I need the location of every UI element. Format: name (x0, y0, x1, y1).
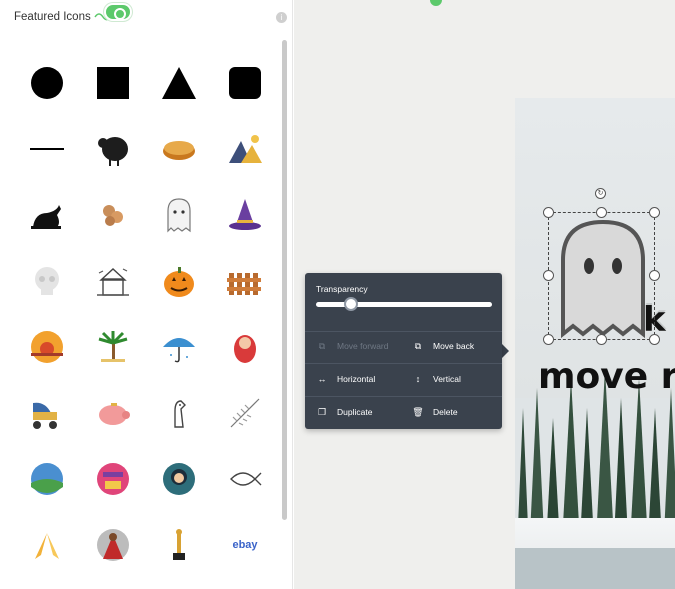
move-forward-button[interactable]: ⧉ Move forward (316, 335, 389, 357)
baby-icon[interactable] (212, 314, 278, 380)
duplicate-button[interactable]: ❐ Duplicate (316, 401, 372, 423)
move-forward-label: Move forward (337, 341, 389, 351)
rotate-handle-icon[interactable]: ↻ (595, 188, 606, 199)
pie-icon[interactable] (146, 116, 212, 182)
resize-handle-left[interactable] (543, 270, 554, 281)
ebay-icon[interactable]: ebay (212, 512, 278, 578)
horizontal-arrows-icon: ↔ (317, 374, 327, 384)
divider (305, 331, 502, 332)
transparency-label: Transparency (316, 284, 368, 294)
pumpkin-icon[interactable] (146, 248, 212, 314)
move-back-icon: ⧉ (414, 340, 422, 351)
mountain-icon[interactable] (212, 116, 278, 182)
resize-handle-top[interactable] (596, 207, 607, 218)
fence-icon[interactable] (212, 248, 278, 314)
panel-scrollbar[interactable] (282, 40, 287, 520)
happy-birthday-icon[interactable] (80, 446, 146, 512)
sunset-icon[interactable] (14, 314, 80, 380)
canvas-text-line-2[interactable]: move r (538, 356, 675, 397)
delete-button[interactable]: 🗑 Delete (412, 401, 458, 423)
square-icon[interactable] (80, 50, 146, 116)
popup-arrow (502, 344, 509, 358)
transparency-slider-thumb[interactable] (344, 297, 359, 311)
circle-icon[interactable] (14, 50, 80, 116)
dog-icon[interactable] (146, 380, 212, 446)
ebay-logo-text: ebay (232, 539, 258, 551)
resize-handle-top-right[interactable] (649, 207, 660, 218)
divider (305, 396, 502, 397)
move-back-button[interactable]: ⧉ Move back (412, 335, 474, 357)
oscar-icon[interactable] (146, 512, 212, 578)
stroller-icon[interactable] (14, 380, 80, 446)
duplicate-icon: ❐ (317, 406, 327, 417)
rounded-square-icon[interactable] (212, 50, 278, 116)
duplicate-label: Duplicate (337, 407, 373, 417)
cat-icon[interactable] (14, 182, 80, 248)
ghost-icon[interactable] (146, 182, 212, 248)
transparency-slider-track[interactable] (316, 302, 492, 307)
lake (515, 548, 675, 589)
resize-handle-bottom[interactable] (596, 334, 607, 345)
triangle-icon[interactable] (146, 50, 212, 116)
hijab-woman-icon[interactable] (146, 446, 212, 512)
praying-hands-icon[interactable] (14, 512, 80, 578)
haunted-house-icon[interactable] (80, 248, 146, 314)
featured-icons-panel: Featured Icons i ebay (0, 0, 293, 589)
piggy-bank-icon[interactable] (80, 380, 146, 446)
trash-icon: 🗑 (412, 406, 424, 417)
panel-title: Featured Icons (14, 11, 91, 23)
move-forward-icon: ⧉ (318, 340, 326, 351)
horizontal-label: Horizontal (337, 374, 376, 384)
selection-box (548, 212, 655, 340)
skull-icon[interactable] (14, 248, 80, 314)
panel-header: Featured Icons i (0, 0, 293, 34)
info-icon[interactable]: i (276, 12, 287, 23)
refresh-badge-icon[interactable] (104, 3, 132, 21)
vertical-arrows-icon: ↕ (415, 374, 421, 384)
branch-icon[interactable] (212, 380, 278, 446)
resize-handle-bottom-left[interactable] (543, 334, 554, 345)
fish-icon[interactable] (212, 446, 278, 512)
delete-label: Delete (433, 407, 458, 417)
element-options-popup: Transparency ⧉ Move forward ⧉ Move back … (305, 273, 502, 429)
landscape-icon[interactable] (14, 446, 80, 512)
leaves-icon[interactable] (80, 182, 146, 248)
resize-handle-top-left[interactable] (543, 207, 554, 218)
flip-vertical-button[interactable]: ↕ Vertical (412, 368, 461, 390)
witch-hat-icon[interactable] (212, 182, 278, 248)
divider (305, 363, 502, 364)
move-back-label: Move back (433, 341, 475, 351)
turkey-icon[interactable] (80, 116, 146, 182)
bride-icon[interactable] (80, 512, 146, 578)
palm-tree-icon[interactable] (80, 314, 146, 380)
line-icon[interactable] (14, 116, 80, 182)
flip-horizontal-button[interactable]: ↔ Horizontal (316, 368, 376, 390)
resize-handle-bottom-right[interactable] (649, 334, 660, 345)
vertical-label: Vertical (433, 374, 461, 384)
resize-handle-right[interactable] (649, 270, 660, 281)
umbrella-icon[interactable] (146, 314, 212, 380)
